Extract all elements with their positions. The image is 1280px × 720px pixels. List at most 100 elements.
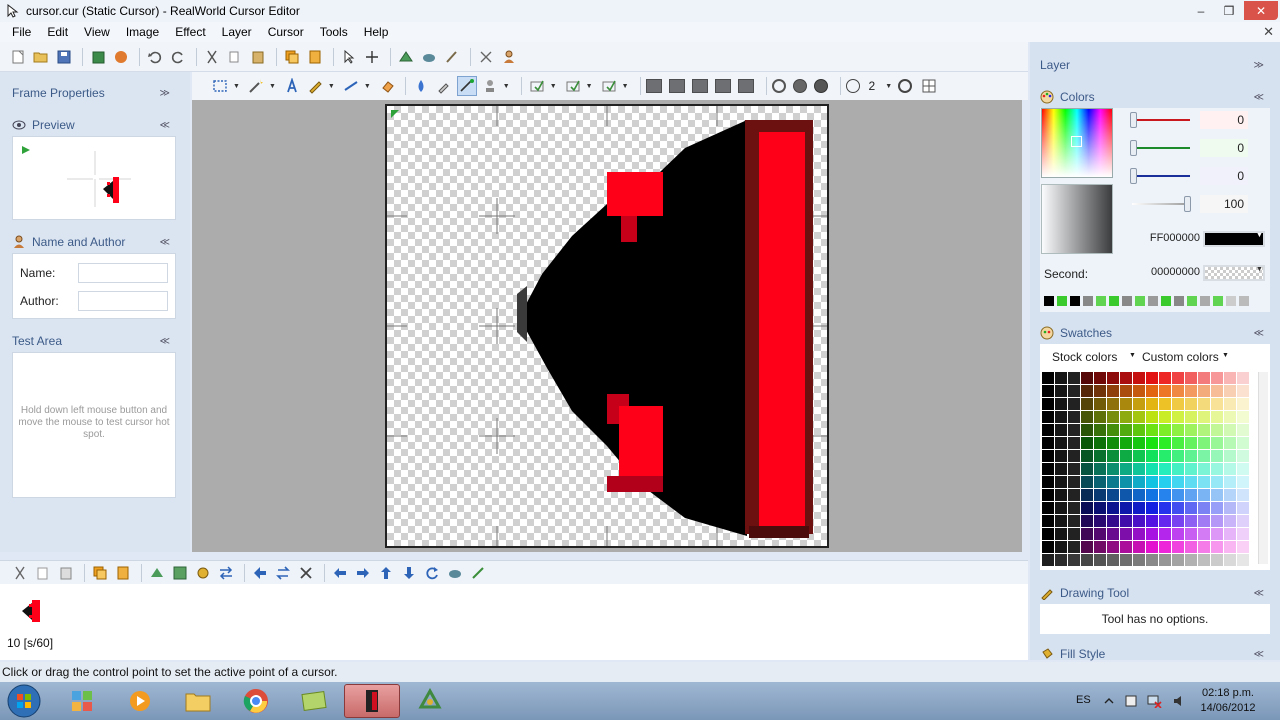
test-area-panel[interactable]: Hold down left mouse button and move the… [12, 352, 176, 498]
swatch-cell[interactable] [1068, 502, 1080, 514]
frame-swap-icon[interactable] [216, 563, 236, 583]
eraser-icon[interactable] [377, 76, 397, 96]
swatch-cell[interactable] [1094, 450, 1106, 462]
swatch-cell[interactable] [1094, 554, 1106, 566]
swatch-cell[interactable] [1068, 385, 1080, 397]
frame-settings-icon[interactable] [193, 563, 213, 583]
swatch-cell[interactable] [1133, 385, 1145, 397]
swatch-cell[interactable] [1133, 502, 1145, 514]
swatch-cell[interactable] [1107, 463, 1119, 475]
swatch-cell[interactable] [1211, 541, 1223, 553]
red-slider-track[interactable] [1132, 119, 1190, 121]
swatch-cell[interactable] [1211, 476, 1223, 488]
swatch-cell[interactable] [1159, 372, 1171, 384]
swatch-cell[interactable] [1172, 489, 1184, 501]
swatch-cell[interactable] [1081, 476, 1093, 488]
swatch-cell[interactable] [1068, 528, 1080, 540]
swatch-cell[interactable] [1185, 411, 1197, 423]
menu-edit[interactable]: Edit [39, 22, 76, 42]
brush-size-value[interactable]: 2 [869, 79, 876, 93]
arrow-down-icon[interactable] [399, 563, 419, 583]
swatch-cell[interactable] [1042, 372, 1054, 384]
chevron-up-icon[interactable]: ≪ [1254, 649, 1264, 660]
cut-icon[interactable] [202, 47, 222, 67]
menu-tools[interactable]: Tools [312, 22, 356, 42]
swatch-cell[interactable] [1198, 463, 1210, 475]
rect-outline-icon[interactable] [645, 79, 662, 93]
swatch-cell[interactable] [1185, 398, 1197, 410]
chevron-down-icon[interactable]: ▼ [586, 83, 593, 90]
swatch-cell[interactable] [1159, 489, 1171, 501]
second-color-hex[interactable]: 00000000 [1136, 266, 1200, 278]
copy-frame-icon[interactable] [33, 563, 53, 583]
swatch-cell[interactable] [1146, 463, 1158, 475]
swatch-cell[interactable] [1185, 502, 1197, 514]
swatch-cell[interactable] [1094, 398, 1106, 410]
cursor-canvas[interactable] [385, 104, 829, 548]
swatch-cell[interactable] [1172, 528, 1184, 540]
swatch-cell[interactable] [1146, 489, 1158, 501]
swatch-cell[interactable] [1159, 515, 1171, 527]
frame-thumbnail[interactable] [18, 596, 48, 626]
frame-tool-icon[interactable] [468, 563, 488, 583]
outline-style-icon[interactable] [527, 76, 547, 96]
swatch-cell[interactable] [1198, 372, 1210, 384]
taskbar-app-7[interactable] [402, 684, 458, 718]
swatch-cell[interactable] [1185, 489, 1197, 501]
line-tool-icon[interactable] [341, 76, 361, 96]
swatch-cell[interactable] [1159, 528, 1171, 540]
swatch-cell[interactable] [1081, 515, 1093, 527]
swatch-cell[interactable] [1133, 450, 1145, 462]
paste-icon[interactable] [248, 47, 268, 67]
swatch-cell[interactable] [1237, 528, 1249, 540]
swatch-cell[interactable] [1198, 385, 1210, 397]
swatch-cell[interactable] [1107, 385, 1119, 397]
swatch-cell[interactable] [1107, 437, 1119, 449]
ellipse-style-icon[interactable] [813, 79, 828, 93]
swatch-cell[interactable] [1068, 411, 1080, 423]
chevron-down-icon[interactable]: ▼ [885, 83, 892, 90]
menu-help[interactable]: Help [356, 22, 397, 42]
swatch-cell[interactable] [1094, 515, 1106, 527]
swatch-cell[interactable] [1068, 437, 1080, 449]
name-author-header[interactable]: Name and Author ≪ [12, 231, 176, 253]
recent-colors[interactable] [1044, 296, 1249, 306]
rounded-rect-icon[interactable] [691, 79, 708, 93]
swatch-cell[interactable] [1107, 398, 1119, 410]
green-slider-track[interactable] [1132, 147, 1190, 149]
name-field[interactable] [78, 263, 168, 283]
swatch-cell[interactable] [1224, 437, 1236, 449]
swatch-cell[interactable] [1146, 372, 1158, 384]
chevron-down-icon[interactable]: ▼ [622, 83, 629, 90]
swatch-cell[interactable] [1172, 450, 1184, 462]
swatch-cell[interactable] [1159, 437, 1171, 449]
swatch-cell[interactable] [1172, 372, 1184, 384]
swatch-cell[interactable] [1224, 385, 1236, 397]
open-folder-icon[interactable] [31, 47, 51, 67]
effect-icon[interactable] [396, 47, 416, 67]
swatch-cell[interactable] [1107, 476, 1119, 488]
swatch-cell[interactable] [1224, 515, 1236, 527]
swatch-cell[interactable] [1237, 476, 1249, 488]
swatch-cell[interactable] [1120, 424, 1132, 436]
swatch-cell[interactable] [1211, 411, 1223, 423]
blue-slider-thumb[interactable] [1130, 168, 1137, 184]
play-icon[interactable] [21, 145, 31, 155]
insert-frame-icon[interactable] [90, 563, 110, 583]
antialias-icon[interactable] [599, 76, 619, 96]
swatch-cell[interactable] [1133, 528, 1145, 540]
swatch-cell[interactable] [1198, 450, 1210, 462]
taskbar-app-1[interactable] [54, 684, 110, 718]
save-all-icon[interactable] [88, 47, 108, 67]
swatch-cell[interactable] [1133, 515, 1145, 527]
menu-cursor[interactable]: Cursor [260, 22, 312, 42]
swatch-cell[interactable] [1055, 398, 1067, 410]
swatch-cell[interactable] [1094, 424, 1106, 436]
swatch-cell[interactable] [1107, 554, 1119, 566]
swatch-cell[interactable] [1107, 502, 1119, 514]
taskbar-cursor-editor[interactable] [344, 684, 400, 718]
swatch-cell[interactable] [1042, 541, 1054, 553]
marquee-select-icon[interactable] [210, 76, 230, 96]
menu-image[interactable]: Image [118, 22, 167, 42]
ellipse-fill-icon[interactable] [792, 79, 807, 93]
